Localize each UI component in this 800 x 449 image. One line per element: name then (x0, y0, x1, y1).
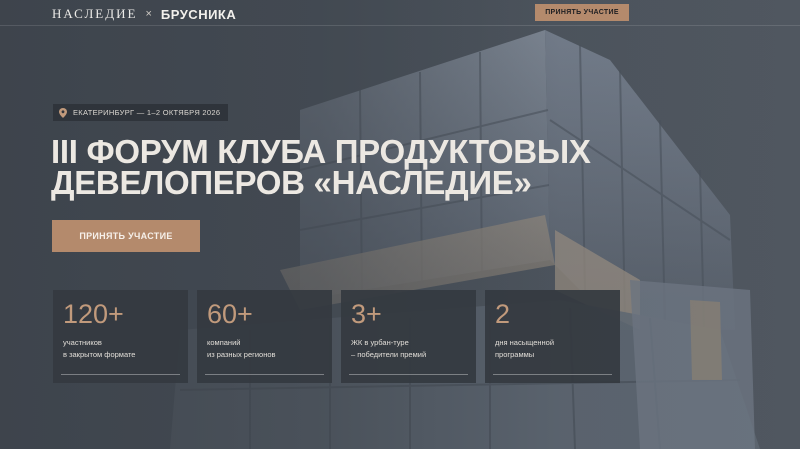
stat-divider (493, 374, 612, 375)
stat-card-participants: 120+ участников в закрытом формате (53, 290, 188, 383)
stat-description: компаний из разных регионов (207, 337, 322, 361)
stat-number: 3+ (351, 299, 382, 329)
stat-description: дня насыщенной программы (495, 337, 610, 361)
stat-divider (61, 374, 180, 375)
page-title: III ФОРУМ КЛУБА ПРОДУКТОВЫХ ДЕВЕЛОПЕРОВ … (51, 133, 671, 201)
logo-nasledie: НАСЛЕДИЕ (52, 6, 138, 21)
stat-description: ЖК в урбан-туре – победители премий (351, 337, 466, 361)
stat-desc-line-2: из разных регионов (207, 350, 276, 359)
title-line-1: III ФОРУМ КЛУБА ПРОДУКТОВЫХ (51, 133, 591, 170)
stat-number: 120+ (63, 299, 124, 329)
title-line-2: ДЕВЕЛОПЕРОВ «НАСЛЕДИЕ» (51, 164, 532, 201)
stat-desc-line-2: программы (495, 350, 535, 359)
location-date-text: ЕКАТЕРИНБУРГ — 1–2 ОКТЯБРЯ 2026 (73, 108, 221, 117)
stats-row: 120+ участников в закрытом формате 60+ к… (53, 290, 620, 383)
location-date-badge: ЕКАТЕРИНБУРГ — 1–2 ОКТЯБРЯ 2026 (53, 104, 229, 121)
map-pin-icon (59, 107, 67, 118)
stat-divider (349, 374, 468, 375)
stat-desc-line-1: участников (63, 338, 102, 347)
stat-desc-line-1: ЖК в урбан-туре (351, 338, 409, 347)
stat-card-urban-tour: 3+ ЖК в урбан-туре – победители премий (341, 290, 476, 383)
stat-description: участников в закрытом формате (63, 337, 178, 361)
stat-desc-line-2: – победители премий (351, 350, 427, 359)
stat-number: 2 (495, 299, 511, 329)
site-header: НАСЛЕДИЕ × БРУСНИКА ПРИНЯТЬ УЧАСТИЕ (0, 0, 800, 26)
logo-brusnika: БРУСНИКА (160, 6, 237, 22)
stat-desc-line-1: компаний (207, 338, 241, 347)
participate-button[interactable]: ПРИНЯТЬ УЧАСТИЕ (52, 220, 200, 252)
header-participate-button[interactable]: ПРИНЯТЬ УЧАСТИЕ (535, 4, 629, 21)
stat-card-companies: 60+ компаний из разных регионов (197, 290, 332, 383)
brand-logo[interactable]: НАСЛЕДИЕ × БРУСНИКА (52, 6, 236, 22)
stat-divider (205, 374, 324, 375)
logo-separator: × (145, 8, 153, 20)
stat-number: 60+ (207, 299, 253, 329)
stat-desc-line-1: дня насыщенной (495, 338, 555, 347)
stat-card-days: 2 дня насыщенной программы (485, 290, 620, 383)
stat-desc-line-2: в закрытом формате (63, 350, 136, 359)
